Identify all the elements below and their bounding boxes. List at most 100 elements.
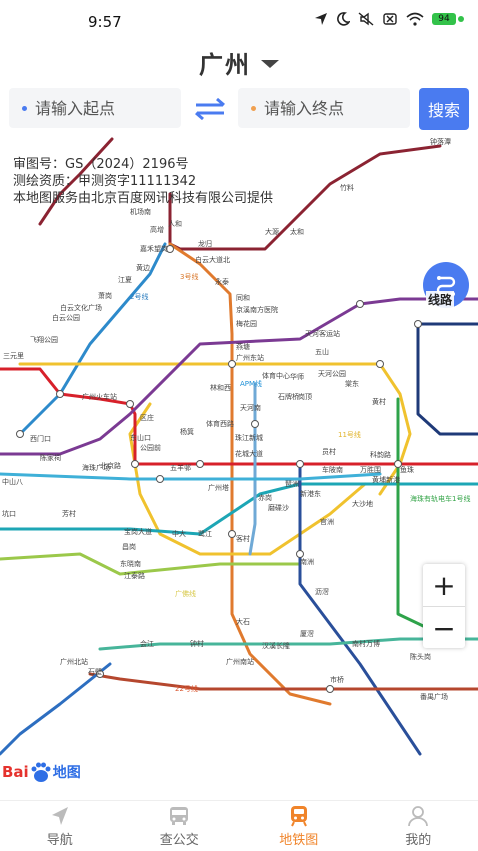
station-label: 厦滘 — [300, 629, 314, 638]
station-label: 坑口 — [2, 509, 16, 518]
station-label: 永泰 — [215, 277, 229, 286]
station-label: 机场南 — [130, 207, 151, 216]
station-node — [252, 421, 259, 428]
station-node — [57, 391, 64, 398]
station-label: 华师 — [290, 372, 304, 381]
station-label: 五羊邨 — [170, 463, 191, 472]
metro-train-icon — [287, 805, 311, 827]
station-label: 广州火车站 — [82, 392, 117, 401]
zoom-in-button[interactable]: + — [423, 564, 465, 606]
station-label: 体育中心 — [262, 371, 290, 380]
metro-line-light-green — [0, 554, 300, 574]
location-icon — [314, 12, 328, 26]
station-label: 官洲 — [320, 517, 334, 526]
station-label: 中山八 — [2, 477, 23, 486]
caret-down-icon — [261, 60, 279, 68]
end-input[interactable] — [264, 99, 394, 118]
start-field[interactable] — [9, 88, 181, 128]
search-button[interactable]: 搜索 — [419, 88, 469, 130]
station-label: 广州南站 — [226, 657, 254, 666]
station-label: 白云文化广场 — [60, 303, 102, 312]
station-label: 龙归 — [198, 239, 212, 248]
station-label: 飞翔公园 — [30, 335, 58, 344]
station-label: 东山口 — [130, 433, 151, 442]
station-label: 科韵路 — [370, 450, 391, 459]
station-label: 嘉禾望岗 — [140, 244, 168, 253]
station-label: 万胜围 — [360, 465, 381, 474]
zoom-out-button[interactable]: − — [423, 607, 465, 649]
station-label: 鱼珠 — [400, 465, 414, 474]
station-label: 大沙地 — [352, 499, 373, 508]
baidu-map-logo: Bai 地图 — [2, 760, 81, 784]
metro-map[interactable]: 嘉禾望岗 白云大道北 永泰 同和 京溪南方医院 梅花园 燕塘 天河客运站 广州东… — [0, 134, 478, 800]
station-label: 昌岗 — [122, 543, 136, 551]
moon-icon — [336, 12, 350, 26]
paw-icon — [29, 760, 53, 784]
battery-icon: 94 — [432, 13, 464, 25]
station-label: 南村万博 — [352, 639, 380, 648]
station-label: 陈头岗 — [410, 652, 431, 661]
station-label: 江泰路 — [124, 571, 145, 580]
station-label: 珠江新城 — [235, 433, 263, 442]
tab-profile-label: 我的 — [405, 829, 431, 848]
station-label: 高增 — [150, 225, 164, 234]
map-copyright: 审图号：GS（2024）2196号 测绘资质：甲测资字11111342 本地图服… — [13, 156, 273, 207]
wifi-icon — [406, 12, 424, 26]
station-label: 芳村 — [62, 509, 76, 518]
logo-text-bai: Bai — [2, 763, 29, 781]
station-label: 林和西 — [210, 383, 231, 392]
tab-metro-map[interactable]: 地铁图 — [239, 801, 359, 851]
zoom-control: + − — [423, 564, 465, 648]
status-time: 9:57 — [88, 13, 122, 31]
line-label: 11号线 — [338, 430, 361, 439]
station-label: 大石 — [236, 617, 250, 626]
station-node — [415, 321, 422, 328]
station-label: 车陂南 — [322, 465, 343, 474]
station-node — [377, 361, 384, 368]
line-label: APM线 — [240, 379, 262, 388]
tab-metro-map-label: 地铁图 — [279, 829, 318, 848]
line-label: 广佛线 — [175, 589, 196, 598]
metro-line-navy — [418, 324, 478, 434]
station-label: 番禺广场 — [420, 692, 448, 701]
tab-bus[interactable]: 查公交 — [120, 801, 240, 851]
station-label: 花城大道 — [235, 449, 263, 458]
route-search-bar: 搜索 — [0, 84, 478, 134]
bottom-nav: 导航 查公交 地铁图 我的 — [0, 800, 478, 851]
map-provider-notice: 本地图服务由北京百度网讯科技有限公司提供 — [13, 190, 273, 207]
station-label: 中大 — [172, 529, 186, 538]
swap-icon[interactable] — [193, 98, 227, 120]
station-node — [297, 461, 304, 468]
station-node — [157, 476, 164, 483]
station-node — [132, 461, 139, 468]
station-label: 同和 — [236, 293, 250, 302]
station-label: 沥滘 — [315, 587, 329, 596]
station-label: 太和 — [290, 227, 304, 236]
start-input[interactable] — [35, 99, 165, 118]
station-label: 员村 — [322, 447, 336, 456]
station-label: 公园前 — [140, 443, 161, 452]
station-node — [327, 686, 334, 693]
station-label: 东晓南 — [120, 559, 141, 568]
station-label: 陈家祠 — [40, 453, 61, 462]
end-field[interactable] — [238, 88, 410, 128]
station-label: 白云大道北 — [195, 255, 230, 264]
station-label: 江夏 — [118, 276, 132, 284]
line-label: 3号线 — [180, 272, 198, 281]
station-label: 赤岗 — [258, 494, 272, 502]
station-label: 客村 — [236, 534, 250, 543]
station-node — [17, 431, 24, 438]
city-selector[interactable]: 广州 — [0, 44, 478, 80]
station-node — [229, 531, 236, 538]
metro-line-sw-blue — [0, 664, 110, 754]
tab-navigation[interactable]: 导航 — [0, 801, 120, 851]
station-node — [229, 361, 236, 368]
city-name: 广州 — [199, 45, 251, 80]
station-label: 区庄 — [140, 413, 154, 422]
tab-profile[interactable]: 我的 — [359, 801, 478, 851]
map-survey-license: 测绘资质：甲测资字11111342 — [13, 173, 273, 190]
station-node — [197, 461, 204, 468]
metro-map-canvas[interactable]: 嘉禾望岗 白云大道北 永泰 同和 京溪南方医院 梅花园 燕塘 天河客运站 广州东… — [0, 134, 478, 800]
station-label: 新港东 — [300, 489, 321, 498]
station-label: 杨箕 — [180, 427, 194, 436]
